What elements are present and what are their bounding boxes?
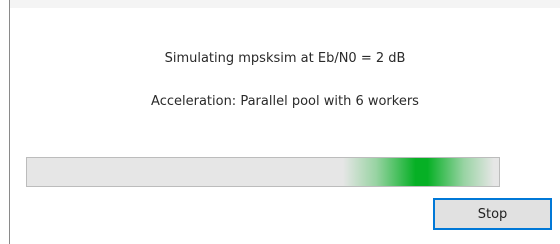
window-border [9, 0, 10, 244]
title-bar-edge [10, 0, 560, 8]
progress-dialog: Simulating mpsksim at Eb/N0 = 2 dB Accel… [0, 0, 560, 244]
progress-bar [26, 157, 500, 187]
progress-indicator [343, 158, 495, 186]
stop-button[interactable]: Stop [433, 198, 552, 230]
acceleration-message: Acceleration: Parallel pool with 6 worke… [151, 94, 419, 109]
status-message: Simulating mpsksim at Eb/N0 = 2 dB [164, 51, 406, 66]
